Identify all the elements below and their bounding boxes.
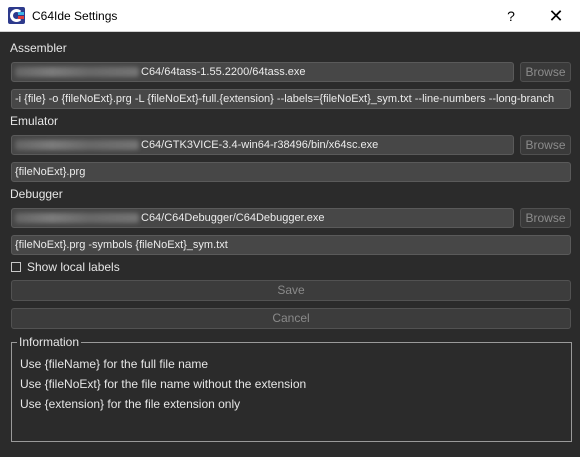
- window-title: C64Ide Settings: [32, 9, 118, 23]
- debugger-browse-button[interactable]: Browse: [520, 208, 571, 228]
- debugger-args-value: {fileNoExt}.prg -symbols {fileNoExt}_sym…: [15, 239, 228, 251]
- help-button[interactable]: ?: [496, 2, 526, 30]
- emulator-path-value: C64/GTK3VICE-3.4-win64-r38496/bin/x64sc.…: [141, 139, 379, 151]
- assembler-args-input[interactable]: -i {file} -o {fileNoExt}.prg -L {fileNoE…: [11, 89, 571, 109]
- close-button[interactable]: ✕: [540, 2, 572, 30]
- info-line-extension: Use {extension} for the file extension o…: [20, 397, 241, 411]
- information-title: Information: [17, 335, 82, 349]
- assembler-args-value: -i {file} -o {fileNoExt}.prg -L {fileNoE…: [15, 93, 555, 105]
- info-line-filename: Use {fileName} for the full file name: [20, 357, 209, 371]
- show-local-labels-checkbox[interactable]: [11, 262, 21, 272]
- redacted-path-prefix: [15, 140, 139, 151]
- emulator-args-value: {fileNoExt}.prg: [15, 166, 86, 178]
- cancel-button[interactable]: Cancel: [11, 308, 571, 329]
- information-group: Information Use {fileName} for the full …: [11, 335, 572, 442]
- assembler-path-value: C64/64tass-1.55.2200/64tass.exe: [141, 66, 306, 78]
- assembler-browse-button[interactable]: Browse: [520, 62, 571, 82]
- debugger-path-input[interactable]: C64/C64Debugger/C64Debugger.exe: [11, 208, 514, 228]
- emulator-label: Emulator: [10, 114, 59, 128]
- debugger-path-value: C64/C64Debugger/C64Debugger.exe: [141, 212, 325, 224]
- show-local-labels-label: Show local labels: [27, 260, 120, 274]
- assembler-label: Assembler: [10, 41, 67, 55]
- assembler-path-input[interactable]: C64/64tass-1.55.2200/64tass.exe: [11, 62, 514, 82]
- emulator-browse-button[interactable]: Browse: [520, 135, 571, 155]
- c64-app-icon: [8, 7, 25, 24]
- info-line-filenoext: Use {fileNoExt} for the file name withou…: [20, 377, 307, 391]
- emulator-path-input[interactable]: C64/GTK3VICE-3.4-win64-r38496/bin/x64sc.…: [11, 135, 514, 155]
- emulator-args-input[interactable]: {fileNoExt}.prg: [11, 162, 571, 182]
- debugger-args-input[interactable]: {fileNoExt}.prg -symbols {fileNoExt}_sym…: [11, 235, 571, 255]
- redacted-path-prefix: [15, 67, 139, 78]
- title-bar: C64Ide Settings ? ✕: [0, 0, 580, 32]
- redacted-path-prefix: [15, 213, 139, 224]
- debugger-label: Debugger: [10, 187, 63, 201]
- save-button[interactable]: Save: [11, 280, 571, 301]
